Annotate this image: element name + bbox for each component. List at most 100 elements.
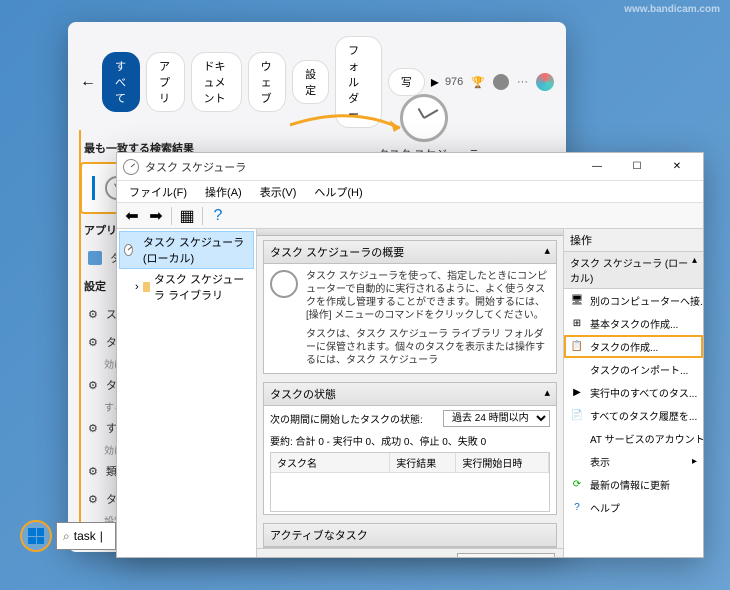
windows-logo-icon [28,528,44,544]
properties-button[interactable]: ▦ [176,206,198,226]
search-input[interactable]: task [74,529,96,543]
watermark: www.bandicam.com [624,4,720,15]
col-start[interactable]: 実行開始日時 [456,453,549,472]
close-button[interactable]: ✕ [657,155,697,179]
actions-header: 操作 [564,229,703,252]
period-label: 次の期間に開始したタスクの状態: [270,411,423,426]
rewards-points[interactable]: 976 [445,76,463,88]
window-title: タスク スケジューラ [145,159,246,175]
folder-icon [143,282,150,292]
app-icon [88,251,102,265]
action-create-basic[interactable]: ⊞基本タスクの作成... [564,312,703,335]
gear-icon: ⚙ [88,336,98,349]
active-title: アクティブなタスク [270,527,368,543]
active-section: アクティブなタスク [263,523,557,548]
status-title: タスクの状態 [270,386,336,402]
back-arrow-icon[interactable]: ← [80,72,96,92]
menu-view[interactable]: 表示(V) [252,182,305,202]
overview-desc2: タスクは、タスク スケジューラ ライブラリ フォルダーに保管されます。個々のタス… [306,328,550,367]
help-button[interactable]: ? [207,206,229,226]
action-at-account[interactable]: AT サービスのアカウント... [564,427,703,450]
tree-child[interactable]: › タスク スケジューラ ライブラリ [119,269,254,305]
tab-web[interactable]: ウェブ [248,52,287,112]
status-section: タスクの状態 ▴ 次の期間に開始したタスクの状態: 過去 24 時間以内 要約: … [263,382,557,515]
tab-all[interactable]: すべて [102,52,140,112]
search-icon: ⌕ [63,529,70,544]
search-box[interactable]: ⌕ task| [56,522,116,550]
overview-section: タスク スケジューラの概要 ▴ タスク スケジューラを使って、指定したときにコンピ… [263,240,557,374]
more-icon[interactable]: ··· [517,76,528,88]
actions-group[interactable]: タスク スケジューラ (ローカル)▴ [564,252,703,289]
user-avatar-icon[interactable] [493,74,509,90]
collapse-icon[interactable]: ▴ [544,244,550,260]
history-icon: 📄 [570,409,584,423]
help-icon: ? [570,501,584,515]
clock-icon [270,270,298,298]
annotation-line [79,130,81,535]
menu-help[interactable]: ヘルプ(H) [306,182,370,202]
gear-icon: ⚙ [88,422,98,435]
forward-button[interactable]: ➡ [145,206,167,226]
account-icon [570,432,584,446]
action-create-task[interactable]: 📋タスクの作成... [564,335,703,358]
col-result[interactable]: 実行結果 [390,453,456,472]
tab-settings[interactable]: 設定 [292,60,329,104]
actions-panel: 操作 タスク スケジューラ (ローカル)▴ 🖥別のコンピューターへ接... ⊞基… [563,229,703,557]
action-history[interactable]: 📄すべてのタスク履歴を... [564,404,703,427]
toolbar: ⬅ ➡ ▦ ? [117,203,703,229]
view-icon [570,455,584,469]
action-import[interactable]: タスクのインポート... [564,358,703,381]
back-button[interactable]: ⬅ [121,206,143,226]
import-icon [570,363,584,377]
gear-icon: ⚙ [88,379,98,392]
chevron-up-icon: ▴ [692,255,697,285]
action-refresh[interactable]: ⟳最新の情報に更新 [564,473,703,496]
status-counts: 要約: 合計 0 - 実行中 0、成功 0、停止 0、失敗 0 [264,431,556,450]
refresh-button[interactable]: 最新の情報に更新 [457,553,555,557]
refresh-icon: ⟳ [570,478,584,492]
titlebar[interactable]: タスク スケジューラ — ☐ ✕ [117,153,703,181]
copilot-icon[interactable] [536,73,554,91]
footer: 最終更新日時: 2024/12/18 15:23:39 最新の情報に更新 [257,548,563,557]
summary-header: タスク スケジューラの要約 (最終更新日時: 2024/12/18 15:23:… [257,229,563,236]
col-name[interactable]: タスク名 [271,453,390,472]
collapse-icon[interactable]: ▴ [544,386,550,402]
run-icon: ▶ [570,386,584,400]
computer-icon: 🖥 [570,294,584,308]
rewards-icon[interactable]: 🏆 [471,76,485,89]
tab-docs[interactable]: ドキュメント [191,52,242,112]
menubar: ファイル(F) 操作(A) 表示(V) ヘルプ(H) [117,181,703,203]
task-icon: ⊞ [570,317,584,331]
action-connect[interactable]: 🖥別のコンピューターへ接... [564,289,703,312]
clock-icon [123,159,139,175]
maximize-button[interactable]: ☐ [617,155,657,179]
action-running[interactable]: ▶実行中のすべてのタス... [564,381,703,404]
minimize-button[interactable]: — [577,155,617,179]
period-dropdown[interactable]: 過去 24 時間以内 [443,410,550,427]
start-button[interactable] [20,520,52,552]
center-panel: タスク スケジューラの要約 (最終更新日時: 2024/12/18 15:23:… [257,229,563,557]
tree-root[interactable]: タスク スケジューラ (ローカル) [119,231,254,269]
gear-icon: ⚙ [88,493,98,506]
clock-icon [124,244,133,256]
gear-icon: ⚙ [88,465,98,478]
task-scheduler-window: タスク スケジューラ — ☐ ✕ ファイル(F) 操作(A) 表示(V) ヘルプ… [116,152,704,558]
taskbar: ⌕ task| [20,520,116,552]
chevron-right-icon: › [135,281,139,293]
action-help[interactable]: ?ヘルプ [564,496,703,519]
chevron-right-icon: ▸ [692,456,697,467]
annotation-arrow [290,110,410,140]
action-view[interactable]: 表示▸ [564,450,703,473]
tab-photo[interactable]: 写 [388,68,425,96]
menu-file[interactable]: ファイル(F) [121,182,195,202]
overview-title: タスク スケジューラの概要 [270,244,404,260]
more-arrow-icon[interactable]: ▸ [431,72,439,92]
tab-apps[interactable]: アプリ [146,52,185,112]
last-updated: 最終更新日時: 2024/12/18 15:23:39 [265,556,422,557]
tree-panel: タスク スケジューラ (ローカル) › タスク スケジューラ ライブラリ [117,229,257,557]
gear-icon: ⚙ [88,308,98,321]
task-icon: 📋 [570,340,584,354]
menu-action[interactable]: 操作(A) [197,182,250,202]
overview-desc1: タスク スケジューラを使って、指定したときにコンピューターで自動的に実行されるよ… [306,270,550,322]
task-table: タスク名 実行結果 実行開始日時 [270,452,550,512]
